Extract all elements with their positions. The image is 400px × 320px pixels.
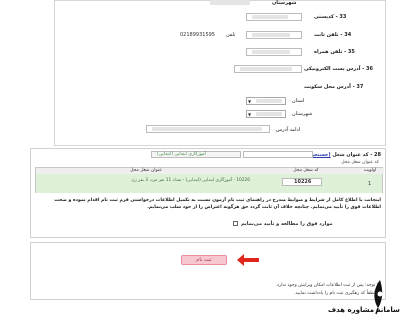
postal-code-label: 33 - کدپستی <box>314 14 347 20</box>
chevron-down-icon: ▼ <box>248 99 252 104</box>
address-label: 37 - آدرس محل سکونت <box>304 84 364 90</box>
address-continue-value <box>152 127 262 131</box>
email-label: 36 - آدرس پست الکترونیکی <box>304 66 373 72</box>
chevron-down-icon: ▼ <box>248 112 252 117</box>
city-select-value <box>256 112 282 116</box>
row-code-value: 10226 <box>294 179 312 185</box>
phone-number-value <box>252 33 290 37</box>
register-button[interactable]: ثبت نام <box>181 255 227 265</box>
province-select-value <box>256 99 282 103</box>
terms-notice: اینجانب با اطلاع کامل از شرایط و ضوابط م… <box>54 198 381 210</box>
job-title-value: آموزگاری ابتدایی (ابتدایی) <box>157 152 206 157</box>
row-description: 10226 - آموزگاری ابتدایی (ابتدایی) - تعد… <box>131 178 250 183</box>
job-sublabel: کد عنوان شغل محل <box>341 160 379 165</box>
phone-prefix-value: 02189931595 <box>180 32 215 38</box>
email-value <box>240 67 292 71</box>
province-top-value <box>210 0 250 5</box>
province-top-label: شهرستان <box>272 0 297 6</box>
mobile-label: 35 - تلفن همراه <box>314 49 355 55</box>
watermark-text: سامانه مشاوره هدف <box>328 306 400 314</box>
registration-form-page: شهرستان 33 - کدپستی 34 - تلفن ثابت تلفن … <box>14 0 388 320</box>
address-continue-label: ادامه آدرس <box>276 127 301 133</box>
table-row <box>36 174 382 193</box>
row-priority: 1 <box>368 181 372 187</box>
postal-code-value <box>252 15 288 19</box>
confirm-checkbox[interactable] <box>233 221 238 226</box>
job-code-input[interactable] <box>243 151 313 158</box>
red-arrow-icon <box>237 254 259 266</box>
mobile-value <box>252 50 290 54</box>
job-code-title: 28 - کد عنوان شغل (جستجو) <box>309 152 381 158</box>
city-label: شهرستان <box>292 111 313 117</box>
job-code-title-text: 28 - کد عنوان شغل <box>332 152 381 158</box>
job-table: اولویت کد شغل محل عنوان شغل محل 1 10226 … <box>35 167 384 193</box>
province-label: استان <box>292 98 305 104</box>
job-code-section: 28 - کد عنوان شغل (جستجو) آموزگاری ابتدا… <box>30 148 386 238</box>
phone-label: 34 - تلفن ثابت <box>314 32 352 38</box>
phone-prefix-label: تلفن <box>226 32 236 38</box>
confirm-checkbox-label: موارد فوق را مطالعه و تأیید می‌نمایم <box>241 221 333 227</box>
